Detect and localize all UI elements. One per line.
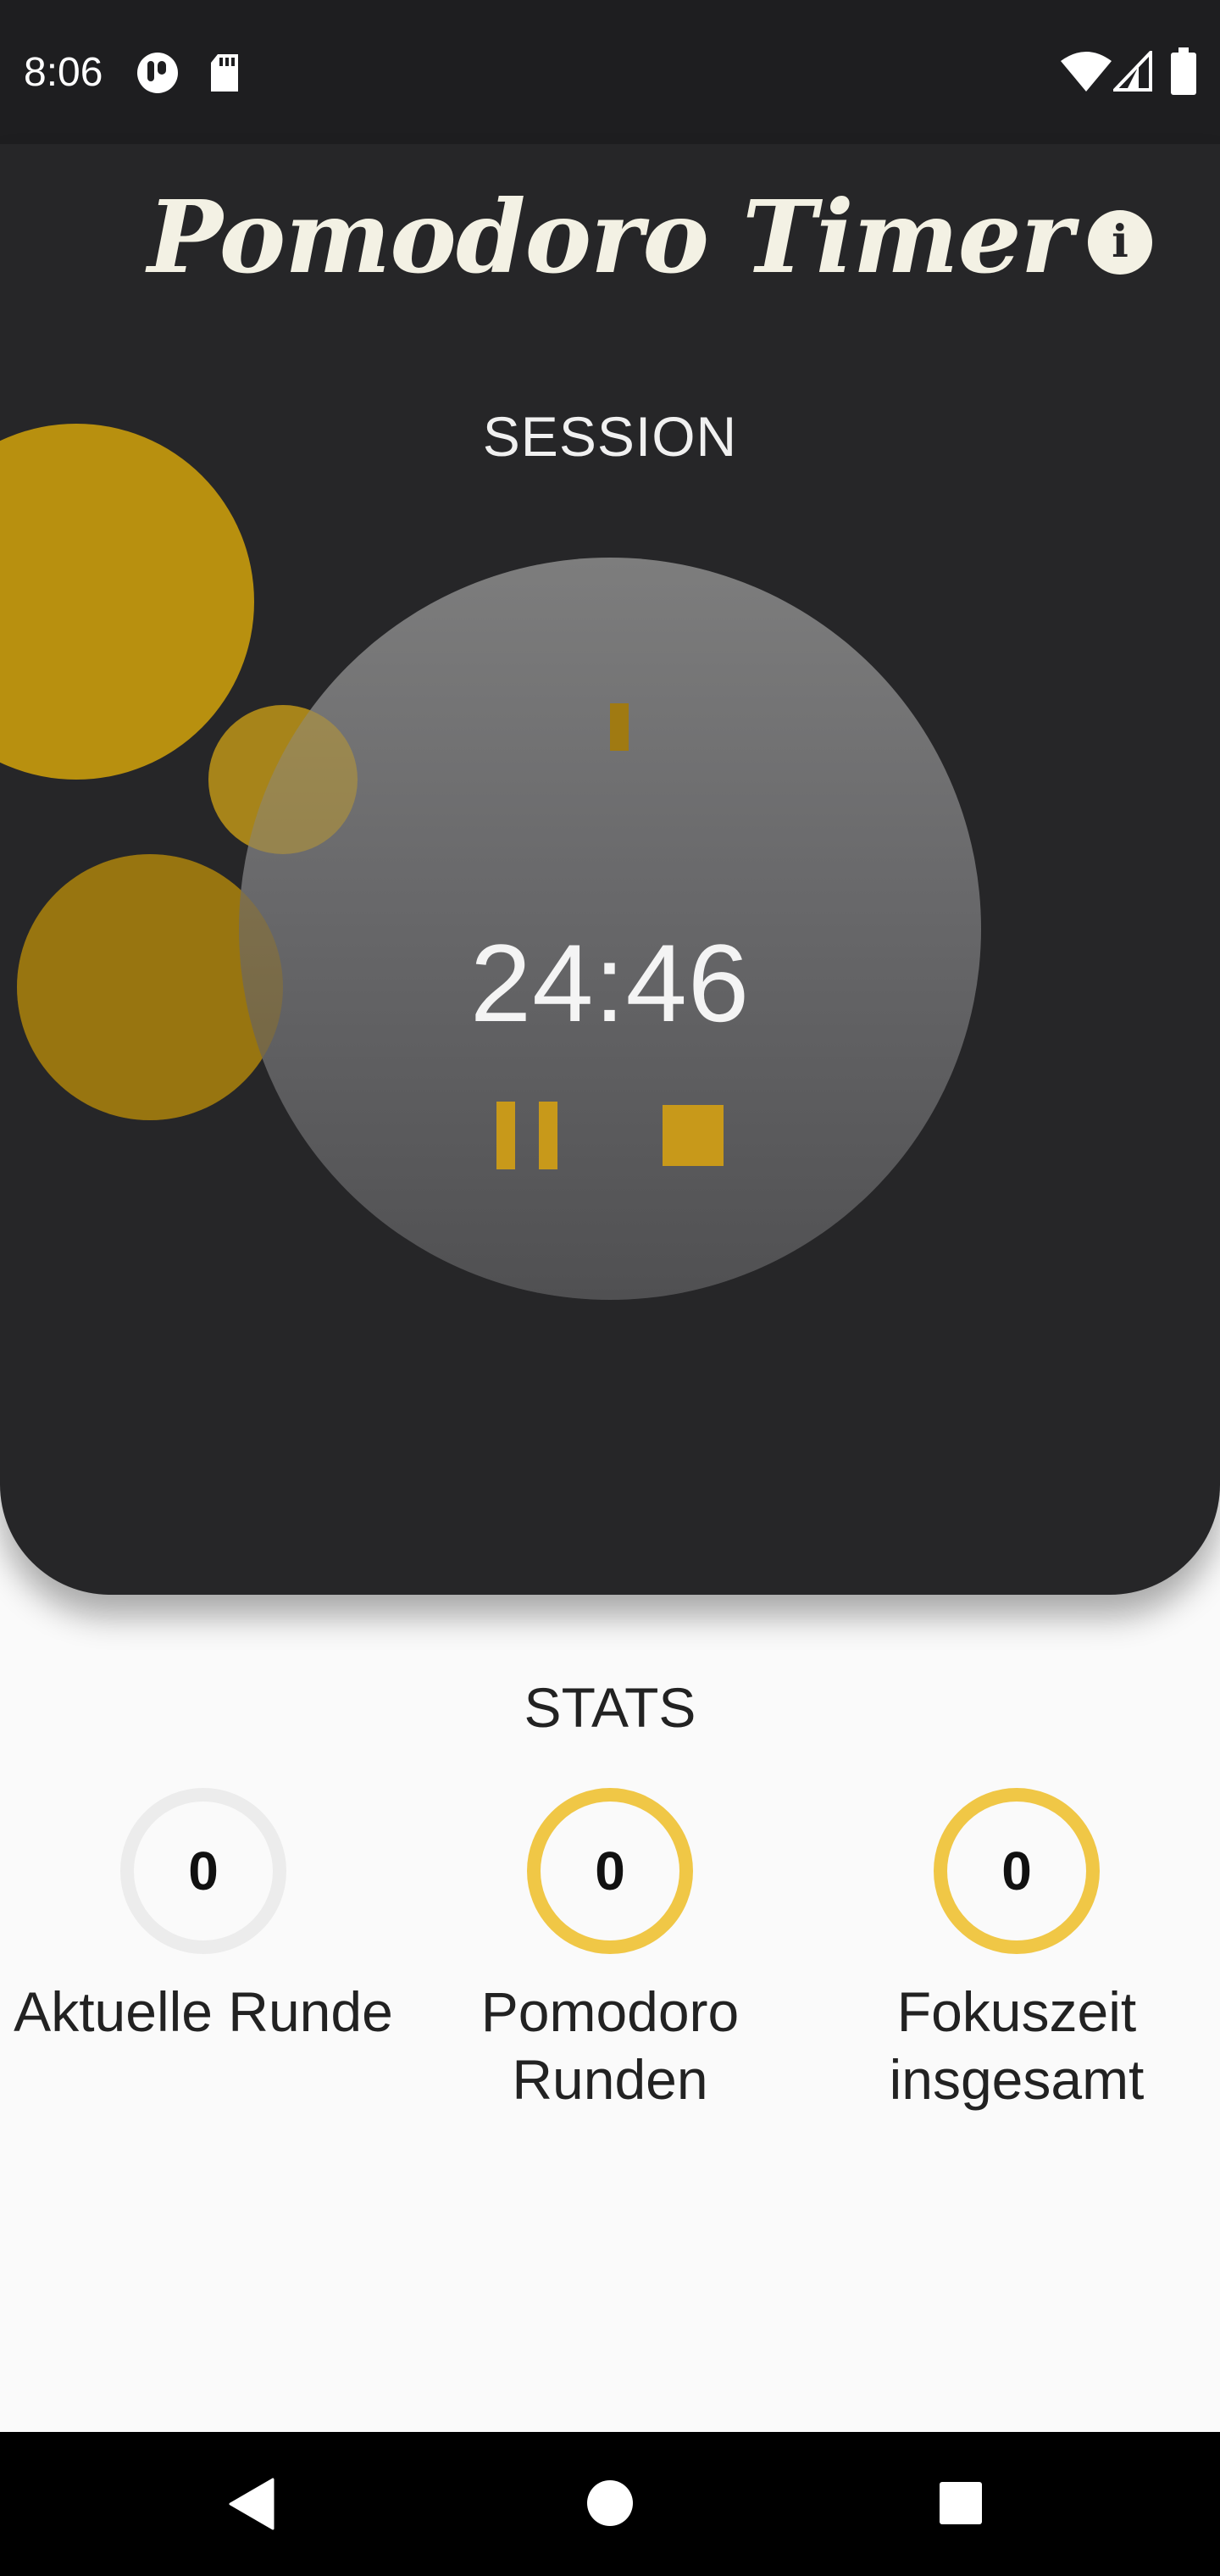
stat-current-round-value: 0 (188, 1840, 219, 1901)
sd-card-icon (211, 54, 238, 92)
stats-label: STATS (524, 1676, 696, 1739)
info-icon[interactable]: i (1088, 210, 1152, 275)
timer-countdown: 24:46 (469, 921, 751, 1045)
progress-indicator (610, 703, 629, 751)
stat-caption-line: Pomodoro (480, 1980, 740, 2043)
back-triangle-icon[interactable] (229, 2478, 276, 2530)
stat-total-focus-caption: Fokuszeit insgesamt (813, 1978, 1220, 2113)
app-title: Pomodoro Timer (147, 178, 1073, 296)
stat-pomodoro-rounds-value: 0 (595, 1840, 625, 1901)
stat-caption-line: Fokuszeit (896, 1980, 1137, 2043)
stat-total-focus-value: 0 (1001, 1840, 1032, 1901)
half-circle-app-icon (137, 53, 178, 93)
stat-current-round-circle: 0 (120, 1788, 286, 1954)
home-circle-icon[interactable] (586, 2479, 634, 2527)
stat-pomodoro-rounds-circle: 0 (527, 1788, 693, 1954)
stat-caption-line: Runden (512, 2048, 708, 2111)
stat-caption-line: Aktuelle Runde (14, 1980, 393, 2043)
pause-icon[interactable] (496, 1102, 557, 1169)
battery-icon (1171, 47, 1196, 95)
wifi-icon (1061, 52, 1112, 92)
pause-bar-left (496, 1102, 515, 1169)
recents-square-icon[interactable] (939, 2481, 983, 2525)
stat-current-round-caption: Aktuelle Runde (0, 1978, 407, 2046)
stat-pomodoro-rounds-caption: Pomodoro Runden (407, 1978, 813, 2113)
info-glyph: i (1112, 216, 1128, 268)
stat-caption-line: insgesamt (889, 2048, 1145, 2111)
status-bar: 8:06 (0, 0, 1220, 144)
cell-signal-icon (1113, 51, 1152, 92)
stop-icon[interactable] (663, 1105, 724, 1166)
status-time: 8:06 (24, 50, 103, 95)
stat-total-focus-circle: 0 (934, 1788, 1100, 1954)
decorative-bubble-large (0, 424, 254, 780)
timer-panel: Pomodoro Timer i SESSION 24:46 (0, 144, 1220, 1595)
navigation-bar (0, 2432, 1220, 2576)
decorative-bubble-small-overlay (208, 705, 358, 854)
pause-bar-right (539, 1102, 557, 1169)
